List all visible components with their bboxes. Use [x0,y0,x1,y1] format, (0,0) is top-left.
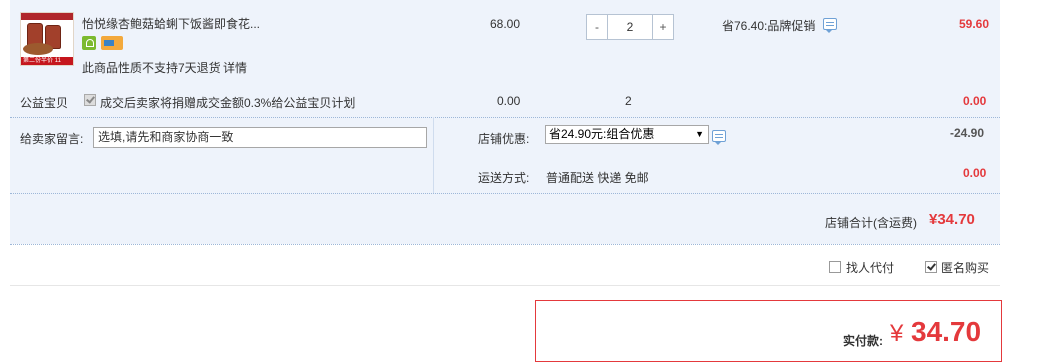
anonymous-checkbox[interactable] [925,261,937,273]
store-discount-select[interactable]: 省24.90元:组合优惠 ▼ [545,125,709,144]
message-label: 给卖家留言: [20,132,84,146]
store-total-value: ¥34.70 [929,211,975,228]
charity-checkbox [84,94,96,106]
product-title[interactable]: 怡悦缘杏鲍菇蛤蜊下饭酱即食花... [82,15,260,32]
chat-icon[interactable] [712,130,726,145]
payment-label: 实付款: [843,334,883,348]
charity-description: 成交后卖家将捐赠成交金额0.3%给公益宝贝计划 [100,96,356,110]
quantity-increase-button[interactable]: + [652,15,673,39]
promo-text: 省76.40:品牌促销 [722,19,816,33]
item-subtotal: 59.60 [959,17,990,31]
quantity-decrease-button[interactable]: - [587,15,608,39]
charity-total: 0.00 [963,94,987,108]
service-badge-icon [82,36,96,50]
chat-icon[interactable] [823,18,837,33]
divider [10,117,1000,118]
proxy-pay-label[interactable]: 找人代付 [846,259,894,276]
unit-price: 68.00 [490,17,521,31]
payment-amount: 34.70 [911,316,982,347]
payment-currency: ¥ [890,320,904,347]
shipping-method: 普通配送 快递 免邮 [546,171,649,185]
charity-count: 2 [625,94,632,108]
store-order-panel [10,0,1000,244]
discount-amount: -24.90 [950,126,985,140]
dropdown-arrow-icon: ▼ [695,129,704,139]
card-payment-icon [101,36,123,50]
product-thumbnail[interactable]: 第二份半价 11 [20,12,74,66]
return-policy-note: 此商品性质不支持7天退货 [82,61,221,75]
charity-label: 公益宝贝 [20,96,69,110]
anonymous-label[interactable]: 匿名购买 [941,259,989,276]
divider [10,244,1000,245]
quantity-stepper[interactable]: - 2 + [586,14,674,40]
details-link[interactable]: 详情 [223,59,247,76]
column-divider [433,117,434,193]
shipping-amount: 0.00 [963,166,987,180]
thumbnail-tag: 第二份半价 11 [21,57,73,65]
separator [10,285,1000,286]
proxy-pay-checkbox[interactable] [829,261,841,273]
divider [10,193,1000,194]
quantity-input[interactable]: 2 [608,15,652,39]
shipping-label: 运送方式: [478,171,530,185]
store-total-label: 店铺合计(含运费) [825,216,917,230]
charity-amount: 0.00 [497,94,521,108]
discount-label: 店铺优惠: [478,132,530,146]
seller-message-input[interactable]: 选填,请先和商家协商一致 [93,127,427,148]
